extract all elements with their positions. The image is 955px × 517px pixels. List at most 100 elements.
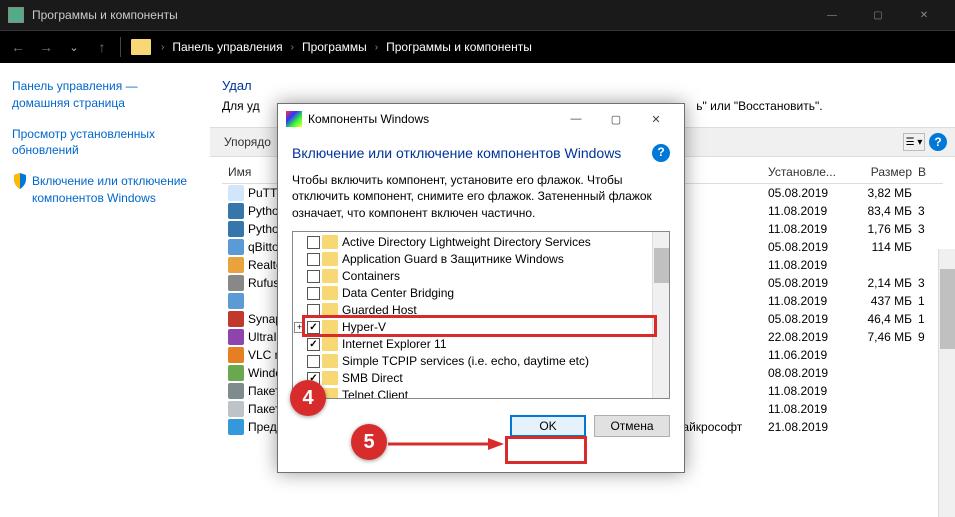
- program-date: 05.08.2019: [768, 276, 853, 290]
- app-icon: [228, 383, 244, 399]
- back-button[interactable]: ←: [4, 33, 32, 61]
- page-heading: Удал: [222, 78, 943, 93]
- col-size[interactable]: Размер: [853, 165, 918, 179]
- program-date: 05.08.2019: [768, 186, 853, 200]
- feature-row[interactable]: Active Directory Lightweight Directory S…: [293, 234, 669, 251]
- app-icon: [228, 401, 244, 417]
- feature-checkbox[interactable]: [307, 338, 320, 351]
- dialog-description: Чтобы включить компонент, установите его…: [292, 172, 670, 221]
- feature-checkbox[interactable]: [307, 287, 320, 300]
- feature-label: Internet Explorer 11: [342, 337, 447, 351]
- feature-row[interactable]: + Hyper-V: [293, 319, 669, 336]
- breadcrumb[interactable]: Панель управления: [168, 40, 286, 54]
- program-size: 437 МБ: [853, 294, 918, 308]
- feature-row[interactable]: Containers: [293, 268, 669, 285]
- program-date: 11.08.2019: [768, 402, 853, 416]
- feature-row[interactable]: Internet Explorer 11: [293, 336, 669, 353]
- cancel-button[interactable]: Отмена: [594, 415, 670, 437]
- program-date: 11.08.2019: [768, 204, 853, 218]
- feature-row[interactable]: Application Guard в Защитнике Windows: [293, 251, 669, 268]
- folder-icon: [322, 337, 338, 351]
- program-date: 22.08.2019: [768, 330, 853, 344]
- window-titlebar: Программы и компоненты — ▢ ✕: [0, 0, 955, 30]
- breadcrumb[interactable]: Программы и компоненты: [382, 40, 536, 54]
- feature-checkbox[interactable]: [307, 304, 320, 317]
- help-button[interactable]: ?: [929, 133, 947, 151]
- program-date: 11.06.2019: [768, 348, 853, 362]
- app-icon: [228, 329, 244, 345]
- sidebar-updates-link[interactable]: Просмотр установленных обновлений: [12, 126, 197, 160]
- view-options-button[interactable]: ☰ ▾: [903, 133, 925, 151]
- program-size: 114 МБ: [853, 240, 918, 254]
- feature-label: Hyper-V: [342, 320, 386, 334]
- app-icon: [228, 419, 244, 435]
- feature-label: Data Center Bridging: [342, 286, 454, 300]
- folder-icon: [322, 371, 338, 385]
- feature-row[interactable]: Telnet Client: [293, 387, 669, 399]
- app-icon: [228, 365, 244, 381]
- feature-label: SMB Direct: [342, 371, 403, 385]
- path-folder-icon: [131, 39, 151, 55]
- folder-icon: [322, 235, 338, 249]
- col-version[interactable]: В: [918, 165, 943, 179]
- col-date[interactable]: Установле...: [768, 165, 853, 179]
- feature-checkbox[interactable]: [307, 355, 320, 368]
- sidebar: Панель управления — домашняя страница Пр…: [0, 63, 210, 517]
- feature-checkbox[interactable]: [307, 321, 320, 334]
- dialog-titlebar: Компоненты Windows — ▢ ✕: [278, 104, 684, 134]
- close-button[interactable]: ✕: [901, 0, 947, 30]
- dialog-minimize-button[interactable]: —: [556, 105, 596, 133]
- minimize-button[interactable]: —: [809, 0, 855, 30]
- features-tree: Active Directory Lightweight Directory S…: [292, 231, 670, 399]
- folder-icon: [322, 320, 338, 334]
- address-bar: ← → ⌄ ↑ › Панель управления › Программы …: [0, 30, 955, 63]
- expand-icon[interactable]: +: [294, 322, 305, 333]
- feature-row[interactable]: SMB Direct: [293, 370, 669, 387]
- feature-row[interactable]: Simple TCPIP services (i.e. echo, daytim…: [293, 353, 669, 370]
- annotation-step-5: 5: [351, 424, 387, 460]
- app-icon: [228, 347, 244, 363]
- forward-button[interactable]: →: [32, 33, 60, 61]
- folder-icon: [322, 303, 338, 317]
- sort-button[interactable]: Упорядо: [218, 133, 277, 151]
- program-size: 83,4 МБ: [853, 204, 918, 218]
- dialog-title: Компоненты Windows: [308, 112, 556, 126]
- features-scrollbar-thumb[interactable]: [654, 248, 669, 283]
- sidebar-home-link[interactable]: Панель управления — домашняя страница: [12, 78, 197, 112]
- dialog-close-button[interactable]: ✕: [636, 105, 676, 133]
- features-scrollbar[interactable]: [652, 232, 669, 398]
- feature-checkbox[interactable]: [307, 270, 320, 283]
- app-icon: [228, 203, 244, 219]
- feature-row[interactable]: Guarded Host: [293, 302, 669, 319]
- scrollbar-thumb[interactable]: [940, 269, 955, 349]
- feature-checkbox[interactable]: [307, 236, 320, 249]
- program-size: 3,82 МБ: [853, 186, 918, 200]
- maximize-button[interactable]: ▢: [855, 0, 901, 30]
- feature-checkbox[interactable]: [307, 253, 320, 266]
- ok-button[interactable]: OK: [510, 415, 586, 437]
- annotation-arrow: [388, 436, 508, 452]
- up-button[interactable]: ↑: [88, 33, 116, 61]
- program-size: 2,14 МБ: [853, 276, 918, 290]
- dialog-icon: [286, 111, 302, 127]
- history-dropdown[interactable]: ⌄: [60, 33, 88, 61]
- program-size: 7,46 МБ: [853, 330, 918, 344]
- program-date: 11.08.2019: [768, 294, 853, 308]
- program-date: 21.08.2019: [768, 420, 853, 434]
- feature-label: Telnet Client: [342, 388, 408, 399]
- sidebar-features-link[interactable]: Включение или отключение компонентов Win…: [12, 173, 197, 207]
- app-icon: [228, 257, 244, 273]
- annotation-step-4: 4: [290, 380, 326, 416]
- shield-icon: [12, 173, 28, 189]
- scrollbar[interactable]: [938, 249, 955, 517]
- program-date: 05.08.2019: [768, 240, 853, 254]
- feature-label: Containers: [342, 269, 400, 283]
- feature-label: Simple TCPIP services (i.e. echo, daytim…: [342, 354, 589, 368]
- sidebar-features-label: Включение или отключение компонентов Win…: [32, 173, 197, 207]
- folder-icon: [322, 269, 338, 283]
- feature-row[interactable]: Data Center Bridging: [293, 285, 669, 302]
- breadcrumb[interactable]: Программы: [298, 40, 371, 54]
- windows-features-dialog: Компоненты Windows — ▢ ✕ Включение или о…: [277, 103, 685, 473]
- dialog-help-button[interactable]: ?: [652, 144, 670, 162]
- dialog-maximize-button[interactable]: ▢: [596, 105, 636, 133]
